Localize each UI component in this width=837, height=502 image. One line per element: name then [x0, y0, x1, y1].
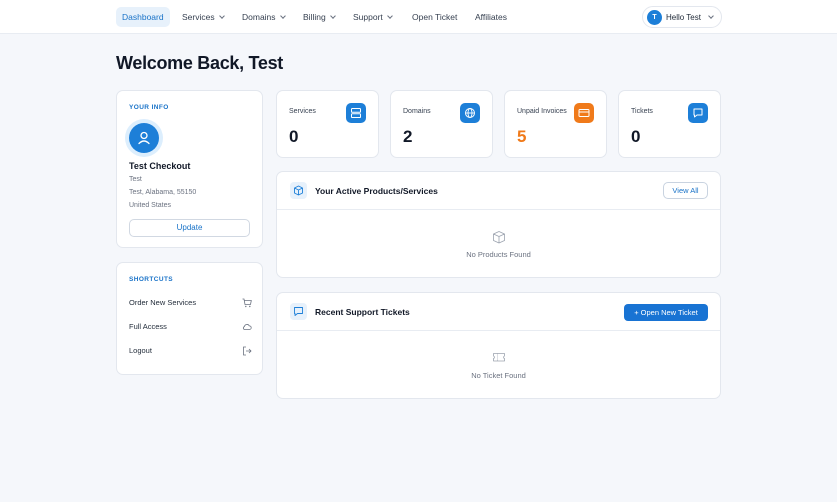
stat-label: Services — [289, 108, 316, 115]
stat-value: 0 — [631, 127, 641, 146]
empty-box-icon — [493, 231, 505, 244]
ticket-icon — [493, 353, 505, 362]
globe-icon — [460, 103, 480, 123]
message-icon — [290, 303, 307, 320]
shortcut-label: Order New Services — [129, 298, 197, 307]
chat-icon — [688, 103, 708, 123]
nav-services-label: Services — [182, 12, 215, 22]
chevron-down-icon — [386, 13, 393, 19]
logout-icon — [243, 346, 252, 356]
nav-affiliates-label: Affiliates — [475, 12, 507, 22]
shortcut-order-new-services[interactable]: Order New Services — [129, 297, 252, 311]
nav-billing-label: Billing — [303, 12, 326, 22]
update-button[interactable]: Update — [129, 219, 250, 237]
panel-title: Your Active Products/Services — [315, 186, 438, 196]
support-tickets-panel: Recent Support Tickets + Open New Ticket… — [276, 292, 721, 399]
stat-label: Tickets — [631, 108, 653, 115]
shortcut-logout[interactable]: Logout — [129, 345, 252, 359]
cloud-icon — [242, 324, 252, 330]
top-navigation: Dashboard Services Domains Billing Suppo… — [0, 0, 837, 34]
stat-card-domains[interactable]: Domains 2 — [390, 90, 493, 158]
nav-dashboard-label: Dashboard — [122, 12, 164, 22]
stat-value: 5 — [517, 127, 527, 146]
stat-label: Domains — [403, 108, 431, 115]
chevron-down-icon — [329, 13, 336, 19]
stat-label: Unpaid Invoices — [517, 108, 567, 115]
view-all-button[interactable]: View All — [663, 182, 708, 199]
chevron-down-icon — [708, 13, 714, 19]
your-info-card: YOUR INFO Test Checkout Test Test, Alaba… — [116, 90, 263, 248]
panel-title: Recent Support Tickets — [315, 307, 410, 317]
chevron-down-icon — [218, 13, 225, 19]
panel-header: Your Active Products/Services View All — [277, 172, 720, 210]
empty-state-text: No Ticket Found — [471, 371, 526, 380]
shortcut-label: Logout — [129, 346, 152, 355]
stat-value: 0 — [289, 127, 299, 146]
info-line: Test — [129, 176, 142, 183]
server-icon — [346, 103, 366, 123]
nav-domains-label: Domains — [242, 12, 276, 22]
active-products-panel: Your Active Products/Services View All N… — [276, 171, 721, 278]
shortcut-full-access[interactable]: Full Access — [129, 321, 252, 335]
stat-value: 2 — [403, 127, 413, 146]
chevron-down-icon — [279, 13, 286, 19]
user-avatar-icon — [129, 123, 159, 153]
nav-open-ticket-label: Open Ticket — [412, 12, 458, 22]
shortcut-label: Full Access — [129, 322, 167, 331]
nav-affiliates[interactable]: Affiliates — [469, 7, 513, 27]
empty-state-text: No Products Found — [466, 250, 531, 259]
stat-card-services[interactable]: Services 0 — [276, 90, 379, 158]
open-new-ticket-button[interactable]: + Open New Ticket — [624, 304, 708, 321]
shortcuts-card: SHORTCUTS Order New Services Full Access… — [116, 262, 263, 375]
nav-billing[interactable]: Billing — [297, 7, 341, 27]
nav-services[interactable]: Services — [176, 7, 230, 27]
avatar: T — [647, 10, 662, 25]
nav-domains[interactable]: Domains — [236, 7, 291, 27]
nav-open-ticket[interactable]: Open Ticket — [406, 7, 463, 27]
nav-dashboard[interactable]: Dashboard — [116, 7, 170, 27]
user-menu[interactable]: T Hello Test — [642, 6, 722, 28]
nav-support[interactable]: Support — [347, 7, 398, 27]
page-title: Welcome Back, Test — [116, 53, 284, 73]
shortcuts-heading: SHORTCUTS — [129, 276, 174, 283]
stat-card-tickets[interactable]: Tickets 0 — [618, 90, 721, 158]
box-icon — [290, 182, 307, 199]
credit-card-icon — [574, 103, 594, 123]
panel-header: Recent Support Tickets + Open New Ticket — [277, 293, 720, 331]
nav-support-label: Support — [353, 12, 383, 22]
info-address: Test, Alabama, 55150 — [129, 189, 197, 196]
info-country: United States — [129, 202, 172, 209]
stat-card-unpaid-invoices[interactable]: Unpaid Invoices 5 — [504, 90, 607, 158]
your-info-heading: YOUR INFO — [129, 104, 169, 111]
user-greeting: Hello Test — [666, 13, 701, 22]
cart-icon — [242, 298, 252, 308]
account-name: Test Checkout — [129, 161, 191, 171]
